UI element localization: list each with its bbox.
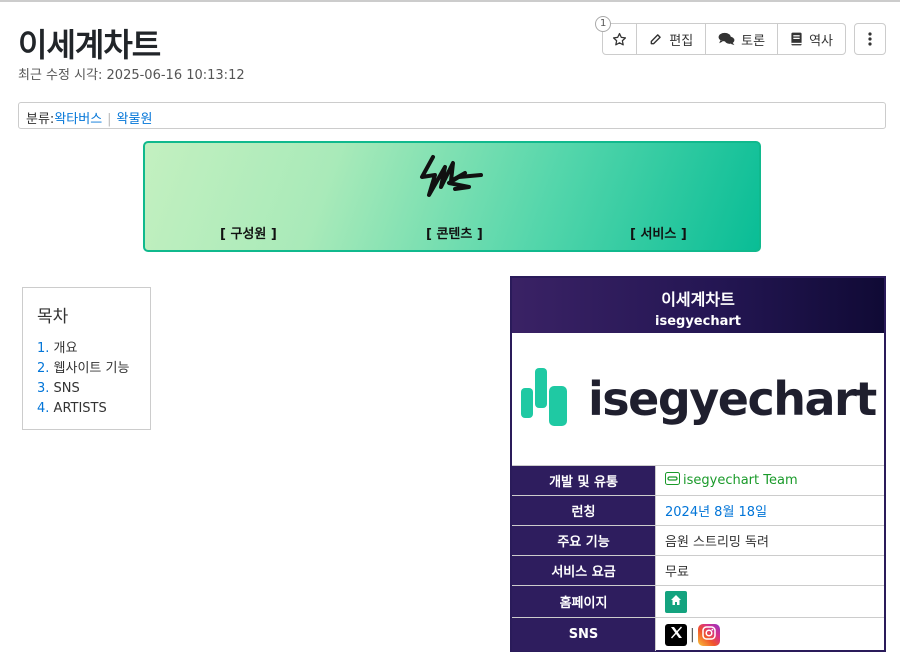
infobox-value bbox=[656, 586, 884, 617]
infobox-value: 2024년 8월 18일 bbox=[656, 496, 884, 525]
toc-item-number[interactable]: 3. bbox=[37, 381, 49, 396]
infobox-logo: isegyechart bbox=[512, 333, 884, 466]
x-link[interactable] bbox=[665, 623, 687, 646]
developer-link[interactable]: isegyechart Team bbox=[683, 473, 798, 488]
star-icon bbox=[612, 32, 627, 47]
more-options-button[interactable] bbox=[854, 23, 886, 55]
instagram-icon bbox=[701, 625, 716, 644]
chat-icon bbox=[718, 32, 735, 46]
category-link-wakmulwon[interactable]: 왁물원 bbox=[117, 112, 153, 127]
sns-separator: | bbox=[690, 626, 695, 643]
category-bar: 분류:왁타버스 | 왁물원 bbox=[18, 102, 886, 129]
toc-item-label[interactable]: SNS bbox=[54, 381, 80, 396]
toc-item: 3. SNS bbox=[37, 379, 136, 399]
toc-item-label[interactable]: 개요 bbox=[54, 341, 78, 356]
category-link-waktaverse[interactable]: 왁타버스 bbox=[54, 112, 102, 127]
edit-icon bbox=[649, 32, 663, 46]
banner-link-members[interactable]: [ 구성원 ] bbox=[220, 223, 277, 242]
toc-item: 1. 개요 bbox=[37, 339, 136, 359]
toc-title: 목차 bbox=[37, 307, 69, 327]
isegyechart-signature-logo bbox=[419, 153, 485, 205]
infobox-key: SNS bbox=[512, 618, 656, 651]
toc-item-label[interactable]: 웹사이트 기능 bbox=[54, 361, 130, 376]
action-button-group: 1 편집 토론 역사 bbox=[595, 16, 846, 55]
more-vertical-icon bbox=[868, 32, 872, 46]
discuss-label: 토론 bbox=[741, 33, 766, 49]
isegyechart-mark-icon bbox=[520, 364, 570, 434]
toc-item: 4. ARTISTS bbox=[37, 399, 136, 419]
banner-link-contents[interactable]: [ 콘텐츠 ] bbox=[426, 223, 483, 242]
infobox-header: 이세계차트 isegyechart bbox=[512, 278, 884, 333]
history-button[interactable]: 역사 bbox=[778, 24, 845, 54]
infobox-value: isegyechart Team bbox=[656, 466, 884, 495]
article-actions: 1 편집 토론 역사 bbox=[595, 16, 886, 55]
edit-button[interactable]: 편집 bbox=[637, 24, 707, 54]
home-icon bbox=[670, 594, 682, 610]
discuss-button[interactable]: 토론 bbox=[706, 24, 779, 54]
infobox-logo-text: isegyechart bbox=[588, 372, 877, 426]
history-label: 역사 bbox=[809, 33, 833, 49]
launch-date-link[interactable]: 2024년 8월 18일 bbox=[665, 501, 767, 520]
toc-item-number[interactable]: 4. bbox=[37, 401, 49, 416]
infobox-key: 주요 기능 bbox=[512, 526, 656, 555]
toc-item-number[interactable]: 2. bbox=[37, 361, 49, 376]
infobox-row-price: 서비스 요금 무료 bbox=[512, 556, 884, 586]
banner-link-services[interactable]: [ 서비스 ] bbox=[630, 223, 687, 242]
toc-item: 2. 웹사이트 기능 bbox=[37, 359, 136, 379]
instagram-link[interactable] bbox=[697, 623, 720, 646]
infobox-value: 무료 bbox=[665, 565, 689, 580]
toc-item-label[interactable]: ARTISTS bbox=[54, 401, 107, 416]
edit-label: 편집 bbox=[669, 33, 694, 49]
category-separator: | bbox=[107, 112, 112, 127]
category-prefix: 분류: bbox=[26, 112, 55, 127]
page-title: 이세계차트 bbox=[18, 26, 161, 64]
top-border bbox=[0, 0, 900, 2]
table-of-contents: 목차 1. 개요 2. 웹사이트 기능 3. SNS 4. ARTISTS bbox=[22, 287, 151, 430]
infobox-value: | bbox=[656, 618, 884, 651]
infobox-key: 개발 및 유통 bbox=[512, 466, 656, 495]
infobox-title: 이세계차트 bbox=[661, 290, 735, 309]
link-icon bbox=[665, 472, 680, 489]
x-logo-icon bbox=[670, 626, 683, 643]
book-icon bbox=[790, 32, 803, 46]
navigation-banner: [ 구성원 ] [ 콘텐츠 ] [ 서비스 ] bbox=[143, 141, 761, 252]
infobox-row-homepage: 홈페이지 bbox=[512, 586, 884, 618]
last-modified: 최근 수정 시각: 2025-06-16 10:13:12 bbox=[18, 68, 245, 83]
toc-item-number[interactable]: 1. bbox=[37, 341, 49, 356]
infobox-row-launch: 런칭 2024년 8월 18일 bbox=[512, 496, 884, 526]
infobox: 이세계차트 isegyechart isegyechart 개발 및 유통 is… bbox=[510, 276, 886, 652]
infobox-value: 음원 스트리밍 독려 bbox=[665, 535, 769, 550]
infobox-key: 서비스 요금 bbox=[512, 556, 656, 585]
infobox-key: 런칭 bbox=[512, 496, 656, 525]
infobox-row-sns: SNS | bbox=[512, 618, 884, 651]
infobox-row-developer: 개발 및 유통 isegyechart Team bbox=[512, 466, 884, 496]
infobox-key: 홈페이지 bbox=[512, 586, 656, 617]
infobox-row-features: 주요 기능 음원 스트리밍 독려 bbox=[512, 526, 884, 556]
infobox-subtitle: isegyechart bbox=[655, 314, 741, 329]
homepage-link[interactable] bbox=[665, 590, 687, 613]
